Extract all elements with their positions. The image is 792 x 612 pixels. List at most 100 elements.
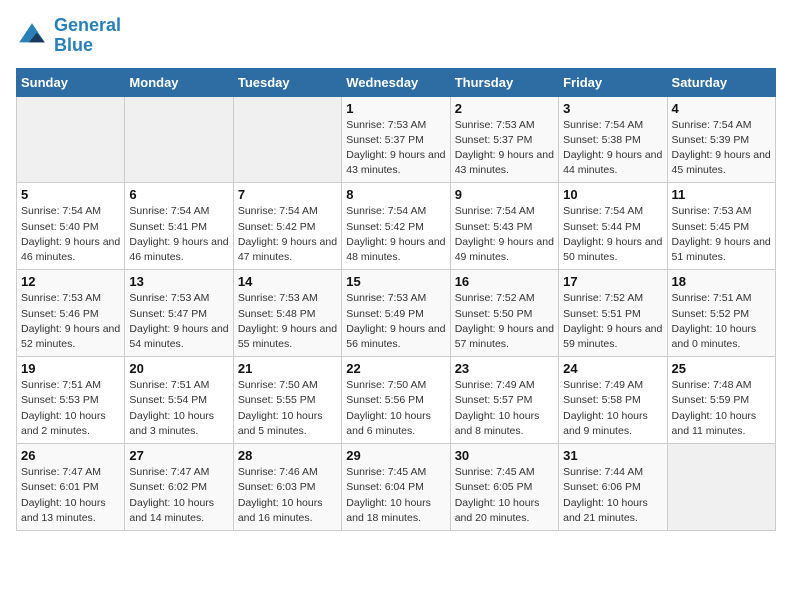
- calendar-cell: [667, 444, 775, 531]
- day-info: Sunrise: 7:46 AM Sunset: 6:03 PM Dayligh…: [238, 465, 337, 526]
- logo-text: General Blue: [54, 16, 121, 56]
- calendar-cell: 8 Sunrise: 7:54 AM Sunset: 5:42 PM Daylig…: [342, 183, 450, 270]
- day-number: 5: [21, 187, 120, 202]
- calendar-week-row: 26 Sunrise: 7:47 AM Sunset: 6:01 PM Dayli…: [17, 444, 776, 531]
- day-info: Sunrise: 7:54 AM Sunset: 5:38 PM Dayligh…: [563, 118, 662, 179]
- calendar-week-row: 19Sunrise: 7:51 AM Sunset: 5:53 PM Dayli…: [17, 357, 776, 444]
- calendar-cell: 27 Sunrise: 7:47 AM Sunset: 6:02 PM Dayli…: [125, 444, 233, 531]
- day-info: Sunrise: 7:50 AM Sunset: 5:55 PM Dayligh…: [238, 378, 337, 439]
- day-number: 29: [346, 448, 445, 463]
- calendar-week-row: 5 Sunrise: 7:54 AM Sunset: 5:40 PM Daylig…: [17, 183, 776, 270]
- calendar-cell: 18Sunrise: 7:51 AM Sunset: 5:52 PM Dayli…: [667, 270, 775, 357]
- day-number: 9: [455, 187, 554, 202]
- day-number: 2: [455, 101, 554, 116]
- day-info: Sunrise: 7:49 AM Sunset: 5:57 PM Dayligh…: [455, 378, 554, 439]
- day-info: Sunrise: 7:45 AM Sunset: 6:05 PM Dayligh…: [455, 465, 554, 526]
- day-number: 14: [238, 274, 337, 289]
- day-info: Sunrise: 7:47 AM Sunset: 6:01 PM Dayligh…: [21, 465, 120, 526]
- day-info: Sunrise: 7:53 AM Sunset: 5:37 PM Dayligh…: [346, 118, 445, 179]
- day-info: Sunrise: 7:44 AM Sunset: 6:06 PM Dayligh…: [563, 465, 662, 526]
- calendar-cell: 12 Sunrise: 7:53 AM Sunset: 5:46 PM Dayli…: [17, 270, 125, 357]
- day-info: Sunrise: 7:54 AM Sunset: 5:41 PM Dayligh…: [129, 204, 228, 265]
- day-number: 31: [563, 448, 662, 463]
- weekday-header-row: SundayMondayTuesdayWednesdayThursdayFrid…: [17, 68, 776, 96]
- day-number: 24: [563, 361, 662, 376]
- day-info: Sunrise: 7:54 AM Sunset: 5:39 PM Dayligh…: [672, 118, 771, 179]
- calendar-cell: 23 Sunrise: 7:49 AM Sunset: 5:57 PM Dayli…: [450, 357, 558, 444]
- calendar-cell: 4 Sunrise: 7:54 AM Sunset: 5:39 PM Daylig…: [667, 96, 775, 183]
- weekday-header: Saturday: [667, 68, 775, 96]
- calendar-cell: 29Sunrise: 7:45 AM Sunset: 6:04 PM Dayli…: [342, 444, 450, 531]
- day-number: 26: [21, 448, 120, 463]
- logo: General Blue: [16, 16, 121, 56]
- day-info: Sunrise: 7:54 AM Sunset: 5:43 PM Dayligh…: [455, 204, 554, 265]
- day-info: Sunrise: 7:53 AM Sunset: 5:48 PM Dayligh…: [238, 291, 337, 352]
- day-number: 12: [21, 274, 120, 289]
- calendar-cell: 10 Sunrise: 7:54 AM Sunset: 5:44 PM Dayli…: [559, 183, 667, 270]
- day-number: 11: [672, 187, 771, 202]
- day-number: 22: [346, 361, 445, 376]
- calendar-cell: 7Sunrise: 7:54 AM Sunset: 5:42 PM Daylig…: [233, 183, 341, 270]
- day-info: Sunrise: 7:53 AM Sunset: 5:37 PM Dayligh…: [455, 118, 554, 179]
- day-number: 13: [129, 274, 228, 289]
- calendar-cell: 26 Sunrise: 7:47 AM Sunset: 6:01 PM Dayli…: [17, 444, 125, 531]
- calendar-table: SundayMondayTuesdayWednesdayThursdayFrid…: [16, 68, 776, 531]
- weekday-header: Wednesday: [342, 68, 450, 96]
- day-number: 7: [238, 187, 337, 202]
- calendar-cell: 9 Sunrise: 7:54 AM Sunset: 5:43 PM Daylig…: [450, 183, 558, 270]
- calendar-cell: 1Sunrise: 7:53 AM Sunset: 5:37 PM Daylig…: [342, 96, 450, 183]
- day-info: Sunrise: 7:52 AM Sunset: 5:50 PM Dayligh…: [455, 291, 554, 352]
- calendar-cell: 3 Sunrise: 7:54 AM Sunset: 5:38 PM Daylig…: [559, 96, 667, 183]
- day-number: 21: [238, 361, 337, 376]
- day-info: Sunrise: 7:53 AM Sunset: 5:49 PM Dayligh…: [346, 291, 445, 352]
- calendar-cell: 15 Sunrise: 7:53 AM Sunset: 5:49 PM Dayli…: [342, 270, 450, 357]
- weekday-header: Sunday: [17, 68, 125, 96]
- day-number: 23: [455, 361, 554, 376]
- day-info: Sunrise: 7:50 AM Sunset: 5:56 PM Dayligh…: [346, 378, 445, 439]
- day-info: Sunrise: 7:52 AM Sunset: 5:51 PM Dayligh…: [563, 291, 662, 352]
- calendar-cell: 5 Sunrise: 7:54 AM Sunset: 5:40 PM Daylig…: [17, 183, 125, 270]
- day-number: 17: [563, 274, 662, 289]
- day-info: Sunrise: 7:48 AM Sunset: 5:59 PM Dayligh…: [672, 378, 771, 439]
- day-number: 8: [346, 187, 445, 202]
- day-info: Sunrise: 7:53 AM Sunset: 5:45 PM Dayligh…: [672, 204, 771, 265]
- logo-icon: [16, 20, 48, 52]
- calendar-cell: 20Sunrise: 7:51 AM Sunset: 5:54 PM Dayli…: [125, 357, 233, 444]
- day-number: 25: [672, 361, 771, 376]
- weekday-header: Monday: [125, 68, 233, 96]
- calendar-cell: 2 Sunrise: 7:53 AM Sunset: 5:37 PM Daylig…: [450, 96, 558, 183]
- calendar-cell: 14 Sunrise: 7:53 AM Sunset: 5:48 PM Dayli…: [233, 270, 341, 357]
- calendar-cell: [125, 96, 233, 183]
- day-info: Sunrise: 7:54 AM Sunset: 5:40 PM Dayligh…: [21, 204, 120, 265]
- day-number: 10: [563, 187, 662, 202]
- day-number: 30: [455, 448, 554, 463]
- day-number: 16: [455, 274, 554, 289]
- calendar-cell: [233, 96, 341, 183]
- day-number: 6: [129, 187, 228, 202]
- calendar-week-row: 12 Sunrise: 7:53 AM Sunset: 5:46 PM Dayli…: [17, 270, 776, 357]
- calendar-cell: 6 Sunrise: 7:54 AM Sunset: 5:41 PM Daylig…: [125, 183, 233, 270]
- calendar-cell: 30 Sunrise: 7:45 AM Sunset: 6:05 PM Dayli…: [450, 444, 558, 531]
- calendar-cell: 25 Sunrise: 7:48 AM Sunset: 5:59 PM Dayli…: [667, 357, 775, 444]
- calendar-cell: 28Sunrise: 7:46 AM Sunset: 6:03 PM Dayli…: [233, 444, 341, 531]
- calendar-week-row: 1Sunrise: 7:53 AM Sunset: 5:37 PM Daylig…: [17, 96, 776, 183]
- day-number: 15: [346, 274, 445, 289]
- calendar-cell: 13Sunrise: 7:53 AM Sunset: 5:47 PM Dayli…: [125, 270, 233, 357]
- weekday-header: Friday: [559, 68, 667, 96]
- calendar-cell: 11 Sunrise: 7:53 AM Sunset: 5:45 PM Dayli…: [667, 183, 775, 270]
- day-number: 3: [563, 101, 662, 116]
- day-info: Sunrise: 7:54 AM Sunset: 5:42 PM Dayligh…: [346, 204, 445, 265]
- day-number: 18: [672, 274, 771, 289]
- weekday-header: Thursday: [450, 68, 558, 96]
- day-info: Sunrise: 7:47 AM Sunset: 6:02 PM Dayligh…: [129, 465, 228, 526]
- calendar-cell: [17, 96, 125, 183]
- calendar-cell: 16 Sunrise: 7:52 AM Sunset: 5:50 PM Dayli…: [450, 270, 558, 357]
- day-info: Sunrise: 7:54 AM Sunset: 5:44 PM Dayligh…: [563, 204, 662, 265]
- calendar-cell: 22 Sunrise: 7:50 AM Sunset: 5:56 PM Dayli…: [342, 357, 450, 444]
- day-number: 4: [672, 101, 771, 116]
- day-number: 27: [129, 448, 228, 463]
- day-info: Sunrise: 7:49 AM Sunset: 5:58 PM Dayligh…: [563, 378, 662, 439]
- day-number: 20: [129, 361, 228, 376]
- day-info: Sunrise: 7:53 AM Sunset: 5:46 PM Dayligh…: [21, 291, 120, 352]
- calendar-cell: 19Sunrise: 7:51 AM Sunset: 5:53 PM Dayli…: [17, 357, 125, 444]
